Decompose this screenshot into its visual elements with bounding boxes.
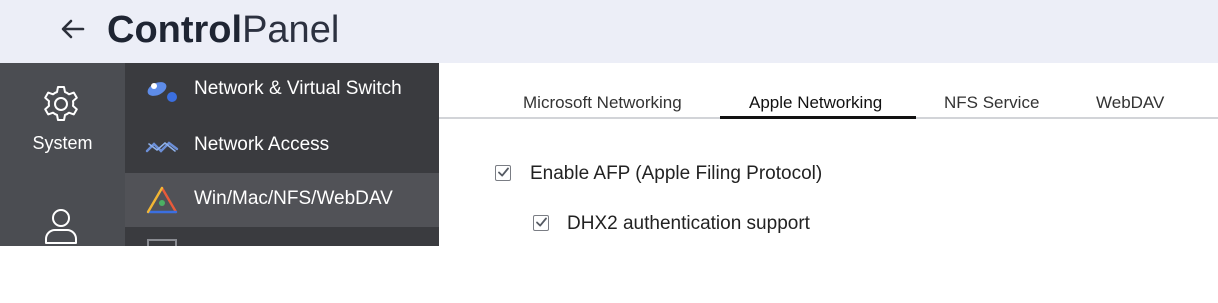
user-icon bbox=[45, 209, 77, 244]
network-virtual-switch-icon bbox=[147, 82, 177, 102]
tab-webdav[interactable]: WebDAV bbox=[1096, 93, 1164, 113]
rail-item-users[interactable] bbox=[0, 183, 125, 303]
page-title-bold: Control bbox=[107, 9, 243, 51]
menu-item-network-access[interactable]: Network Access bbox=[125, 119, 439, 173]
enable-afp-checkbox[interactable] bbox=[495, 165, 511, 181]
left-rail: System bbox=[0, 63, 125, 246]
menu-item-label: Win/Mac/NFS/WebDAV bbox=[194, 188, 393, 209]
active-tab-indicator bbox=[720, 116, 916, 119]
enable-afp-label: Enable AFP (Apple Filing Protocol) bbox=[530, 163, 823, 184]
dhx2-checkbox[interactable] bbox=[533, 215, 549, 231]
rail-item-label: System bbox=[32, 133, 93, 153]
sub-menu: Network & Virtual Switch Network Access … bbox=[125, 63, 439, 246]
menu-item-label: Network & Virtual Switch bbox=[194, 78, 402, 99]
tab-apple-networking[interactable]: Apple Networking bbox=[749, 93, 882, 113]
tab-nfs-service[interactable]: NFS Service bbox=[944, 93, 1039, 113]
checkmark-icon bbox=[498, 167, 509, 177]
win-mac-nfs-icon bbox=[146, 186, 178, 214]
main-content: Microsoft Networking Apple Networking NF… bbox=[439, 63, 1218, 246]
partial-menu-icon bbox=[147, 239, 177, 246]
tab-bar: Microsoft Networking Apple Networking NF… bbox=[439, 63, 1218, 119]
back-arrow-icon[interactable] bbox=[56, 12, 90, 46]
gear-icon bbox=[44, 86, 78, 121]
page-title-light: Panel bbox=[242, 9, 340, 51]
page-title: ControlPanel bbox=[107, 8, 339, 52]
checkmark-icon bbox=[536, 217, 547, 227]
dhx2-label: DHX2 authentication support bbox=[567, 213, 810, 234]
menu-item-label: Network Access bbox=[194, 134, 330, 155]
network-access-icon bbox=[145, 141, 179, 153]
menu-item-network-virtual-switch[interactable]: Network & Virtual Switch bbox=[125, 63, 439, 117]
rail-item-system[interactable]: System bbox=[0, 63, 125, 183]
tab-microsoft-networking[interactable]: Microsoft Networking bbox=[523, 93, 682, 113]
header-bar: ControlPanel bbox=[0, 0, 1218, 63]
menu-item-win-mac-nfs-webdav[interactable]: Win/Mac/NFS/WebDAV bbox=[125, 173, 439, 227]
